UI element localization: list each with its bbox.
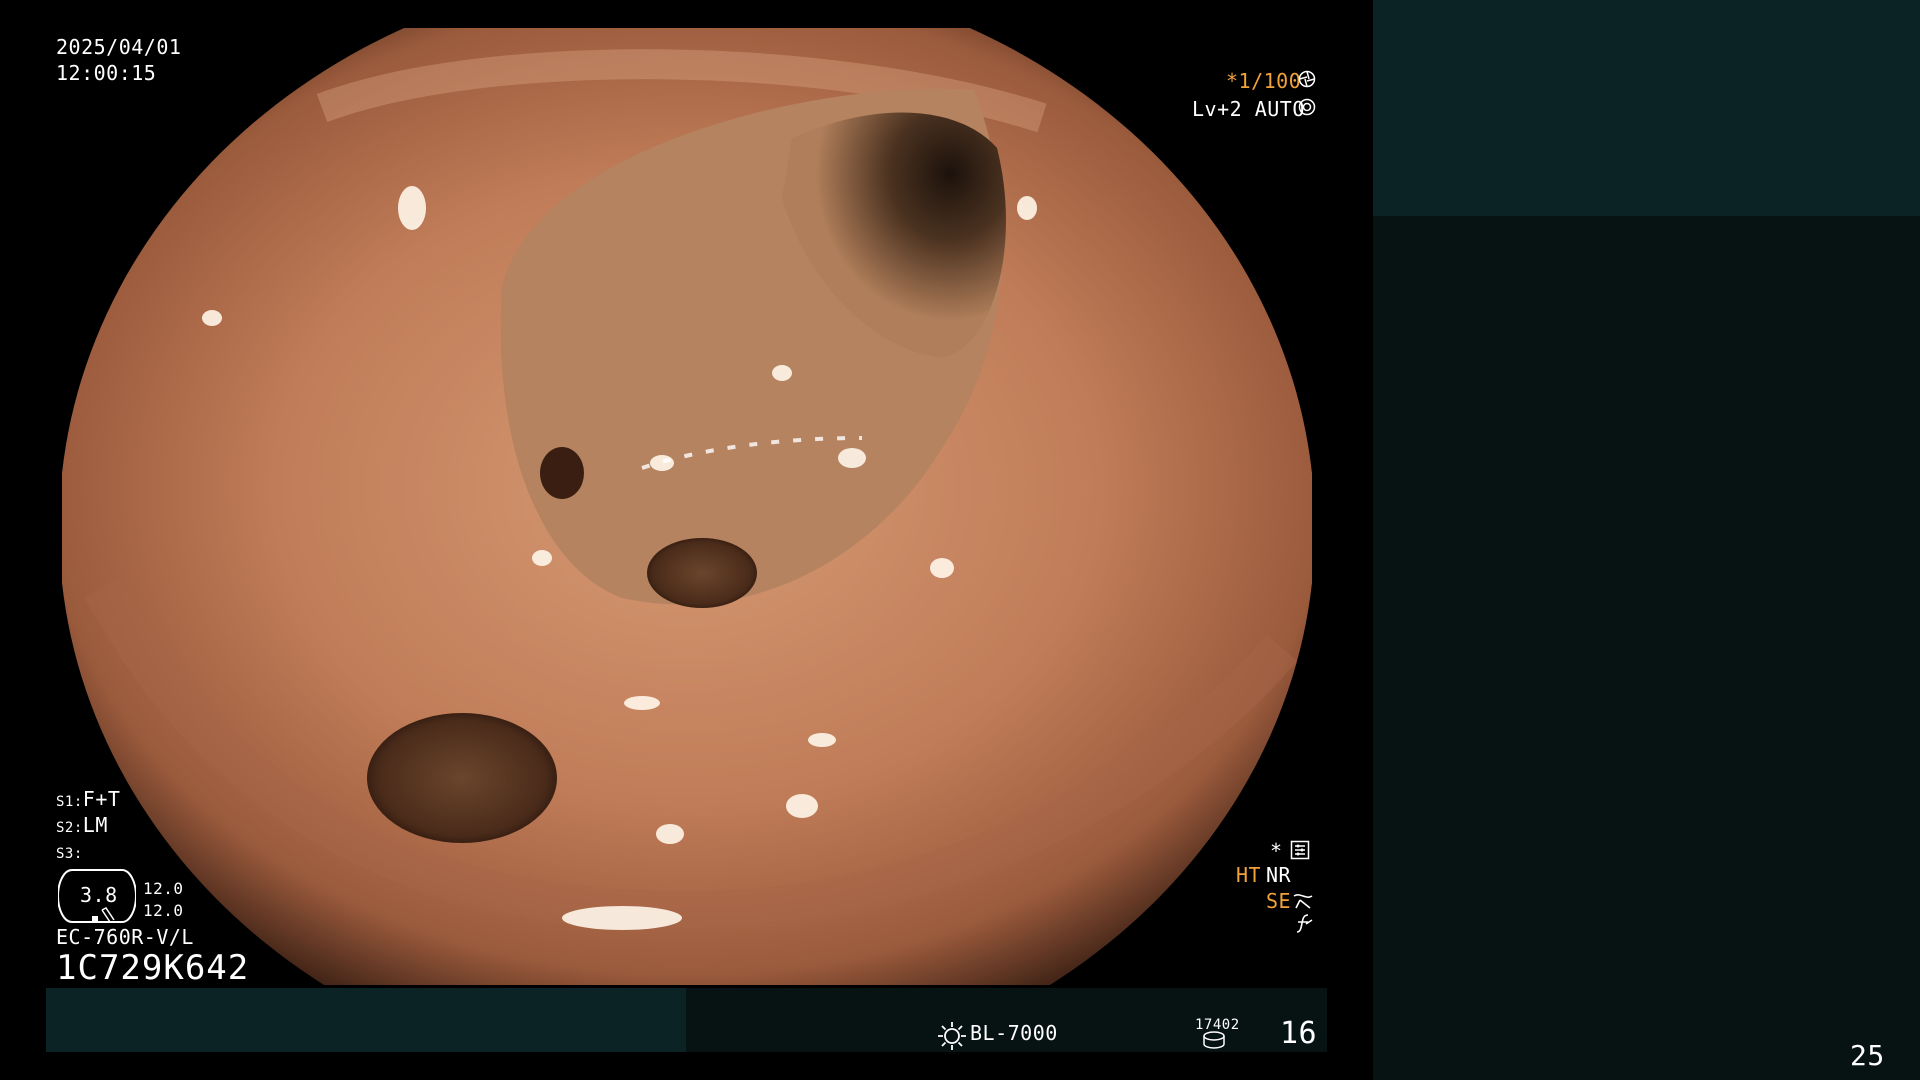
endoscope-image bbox=[62, 28, 1312, 985]
auto-iris-icon bbox=[1298, 98, 1316, 116]
shutter-icon bbox=[1298, 70, 1316, 88]
bottom-status-teal-segment bbox=[46, 988, 686, 1052]
ht-indicator: HT bbox=[1236, 863, 1262, 887]
zoom-value: 3.8 bbox=[80, 883, 118, 907]
switch-3-label: S3: bbox=[56, 846, 83, 862]
light-source-label: BL-7000 bbox=[970, 1021, 1058, 1045]
nr-indicator: NR bbox=[1266, 863, 1292, 887]
switch-2-label: S2: bbox=[56, 820, 83, 836]
disk-icon bbox=[1203, 1031, 1225, 1049]
shutter-speed: *1/100 bbox=[1226, 69, 1302, 93]
scope-model: EC-760R-V/L bbox=[56, 925, 194, 949]
switch-2-value: LM bbox=[82, 813, 108, 837]
freeze-icon bbox=[1296, 914, 1313, 933]
structure-enhance-icon bbox=[1293, 894, 1313, 909]
zoom-range-b: 12.0 bbox=[143, 901, 184, 920]
menu-icon bbox=[1290, 840, 1310, 860]
date-readout: 2025/04/01 bbox=[56, 35, 182, 59]
level-readout: Lv+2 AUTO bbox=[1192, 97, 1305, 121]
right-panel-header bbox=[1373, 0, 1920, 216]
switch-1-value: F+T bbox=[82, 787, 121, 811]
time-readout: 12:00:15 bbox=[56, 61, 157, 85]
scope-serial: 1C729K642 bbox=[56, 948, 250, 988]
colon-lumen-image bbox=[62, 28, 1312, 985]
switch-1-label: S1: bbox=[56, 794, 83, 810]
page-number: 25 bbox=[1850, 1039, 1885, 1072]
switch-1: S1:F+T bbox=[56, 786, 120, 815]
switch-2: S2:LM bbox=[56, 812, 108, 841]
se-indicator: SE bbox=[1266, 889, 1292, 913]
frame-number: 16 bbox=[1280, 1016, 1318, 1051]
switch-3: S3: bbox=[56, 838, 83, 867]
sun-icon bbox=[938, 1022, 966, 1050]
star-marker: * bbox=[1270, 839, 1283, 863]
